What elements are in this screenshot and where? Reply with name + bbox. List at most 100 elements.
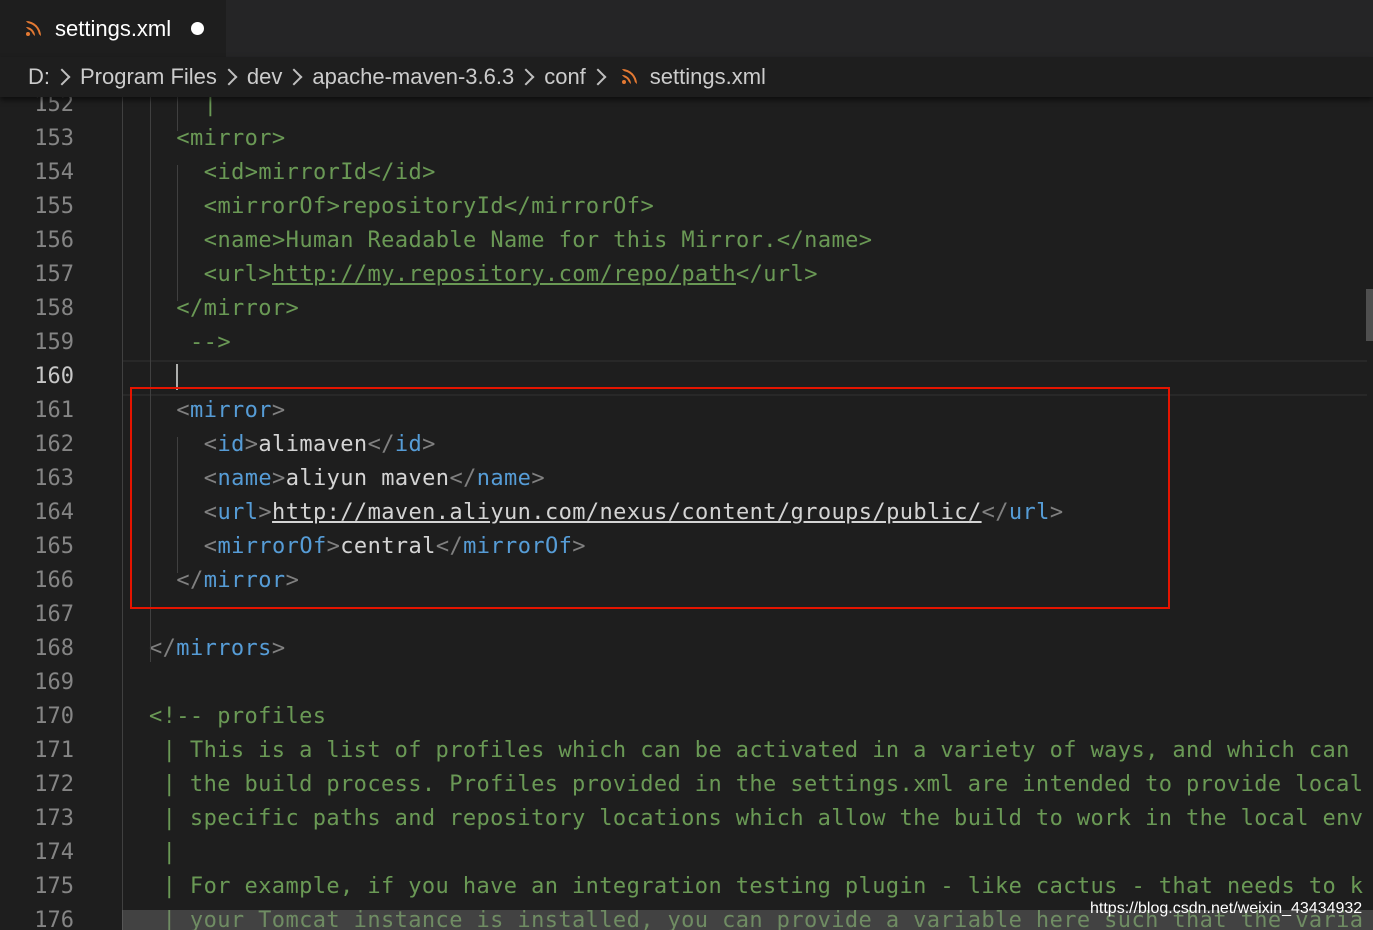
code-text: <id>mirrorId</id> [204,156,436,190]
code-text: | [149,836,176,870]
line-number: 176 [34,908,74,930]
token-com: </mirror> [176,296,300,321]
code-text: | specific paths and repository location… [149,802,1363,836]
code-line[interactable]: 174 | [0,836,1373,870]
code-text: --> [176,326,231,360]
rss-file-icon [621,69,637,84]
token-com: <!-- profiles [149,704,327,729]
chevron-right-icon [285,68,303,86]
token-com: </url> [735,262,818,287]
code-text: <mirror> [176,122,285,156]
unsaved-changes-dot-icon[interactable] [191,22,205,35]
code-editor[interactable]: 152 | 153 <mirror> 154 <id>mirrorId</id> 155 <m… [0,97,1373,930]
token-com: | [149,840,177,865]
token-br: > [271,636,286,661]
token-com: | This is a list of profiles which can b… [149,738,1350,763]
line-number: 170 [34,704,74,729]
breadcrumb-program-files[interactable]: Program Files [80,64,217,90]
line-number: 168 [34,636,74,661]
code-line[interactable]: 170 <!-- profiles [0,700,1373,734]
line-number: 152 [34,97,74,117]
line-number: 173 [34,806,74,831]
code-line[interactable]: 159 --> [0,326,1373,360]
token-com: <url> [203,262,273,287]
code-line[interactable]: 171 | This is a list of profiles which c… [0,734,1373,768]
code-text: <!-- profiles [149,700,326,734]
breadcrumb-maven[interactable]: apache-maven-3.6.3 [312,64,514,90]
chevron-right-icon [220,68,238,86]
token-com: | the build process. Profiles provided i… [149,772,1364,797]
code-line[interactable]: 168 </mirrors> [0,632,1373,666]
token-com: | specific paths and repository location… [149,806,1364,831]
line-number: 172 [34,772,74,797]
chevron-right-icon [589,68,607,86]
token-com: | For example, if you have an integratio… [149,874,1364,899]
code-text: | For example, if you have an integratio… [149,870,1363,904]
code-text: <url>http://my.repository.com/repo/path<… [204,258,818,292]
code-text: | This is a list of profiles which can b… [149,734,1350,768]
code-line[interactable]: 154 <id>mirrorId</id> [0,156,1373,190]
tab-label: settings.xml [55,15,172,41]
line-number: 162 [34,432,74,457]
line-number: 171 [34,738,74,763]
token-com: --> [176,330,231,355]
token-tag: mirrors [176,636,272,661]
line-number: 159 [34,330,74,355]
indent-guide [122,97,123,930]
token-com: | [203,97,218,117]
token-br: </ [149,636,177,661]
line-number: 167 [34,602,74,627]
line-number: 169 [34,670,74,695]
breadcrumb: D: Program Files dev apache-maven-3.6.3 … [0,57,1373,97]
code-line[interactable]: 173 | specific paths and repository loca… [0,802,1373,836]
code-text: | [204,97,218,122]
breadcrumb-dev[interactable]: dev [247,64,282,90]
tab-bar: settings.xml [0,0,1373,57]
highlight-annotation-box [130,387,1170,609]
rss-file-icon [26,20,41,36]
indent-guide [177,97,178,131]
token-com: <id>mirrorId</id> [203,160,436,185]
code-text: <name>Human Readable Name for this Mirro… [204,224,873,258]
code-text: </mirrors> [149,632,285,666]
line-number: 163 [34,466,74,491]
breadcrumb-drive[interactable]: D: [28,64,50,90]
line-number: 174 [34,840,74,865]
code-line[interactable]: 153 <mirror> [0,122,1373,156]
line-number: 166 [34,568,74,593]
code-line[interactable]: 155 <mirrorOf>repositoryId</mirrorOf> [0,190,1373,224]
vertical-scrollbar-thumb[interactable] [1366,289,1373,341]
line-number: 153 [34,126,74,151]
code-line[interactable]: 158 </mirror> [0,292,1373,326]
code-line[interactable]: 157 <url>http://my.repository.com/repo/pa… [0,258,1373,292]
token-com: <mirror> [176,126,286,151]
code-text: <mirrorOf>repositoryId</mirrorOf> [204,190,654,224]
code-line[interactable]: 156 <name>Human Readable Name for this Mi… [0,224,1373,258]
token-com-u[interactable]: http://my.repository.com/repo/path [272,262,736,287]
code-line[interactable]: 172 | the build process. Profiles provid… [0,768,1373,802]
breadcrumb-file[interactable]: settings.xml [650,64,766,90]
breadcrumb-conf[interactable]: conf [544,64,586,90]
line-number: 175 [34,874,74,899]
code-line[interactable]: 175 | For example, if you have an integr… [0,870,1373,904]
line-number: 154 [34,160,74,185]
code-text: </mirror> [176,292,299,326]
line-number: 161 [34,398,74,423]
line-number: 157 [34,262,74,287]
code-text: | the build process. Profiles provided i… [149,768,1363,802]
line-number: 160 [34,364,74,389]
token-com: <mirrorOf>repositoryId</mirrorOf> [203,194,655,219]
tab-settings-xml[interactable]: settings.xml [0,0,226,57]
line-number: 156 [34,228,74,253]
indent-guide [177,165,178,301]
watermark: https://blog.csdn.net/weixin_43434932 [1090,900,1363,917]
code-line[interactable]: 169 [0,666,1373,700]
line-number: 165 [34,534,74,559]
line-number: 164 [34,500,74,525]
chevron-right-icon [53,68,71,86]
token-com: <name>Human Readable Name for this Mirro… [203,228,873,253]
chevron-right-icon [517,68,535,86]
line-number: 158 [34,296,74,321]
code-line[interactable]: 152 | [0,97,1373,122]
line-number: 155 [34,194,74,219]
